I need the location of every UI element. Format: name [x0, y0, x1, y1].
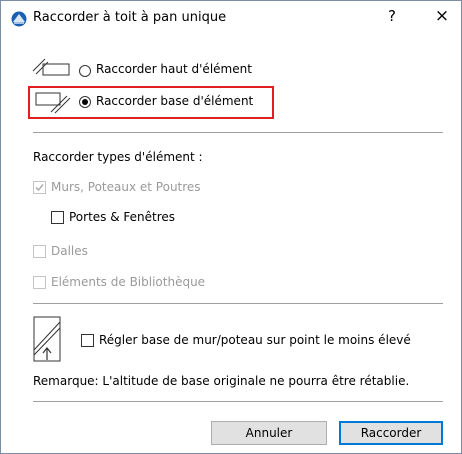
walls-checkbox[interactable]	[33, 181, 46, 194]
doors-windows-checkbox[interactable]	[51, 211, 64, 224]
trim-bottom-icon	[35, 92, 71, 114]
app-icon	[11, 11, 27, 27]
separator	[33, 401, 443, 402]
separator	[33, 303, 443, 304]
doors-windows-label[interactable]: Portes & Fenêtres	[69, 210, 175, 224]
trim-button[interactable]: Raccorder	[339, 421, 443, 445]
check-icon	[35, 184, 44, 192]
title-bar: Raccorder à toit à pan unique ? ×	[1, 1, 461, 35]
walls-label: Murs, Poteaux et Poutres	[51, 180, 201, 194]
library-label: Eléments de Bibliothèque	[51, 275, 206, 289]
remark-text: Remarque: L'altitude de base originale n…	[33, 374, 410, 388]
types-heading: Raccorder types d'élément :	[33, 150, 203, 164]
cancel-button[interactable]: Annuler	[211, 421, 327, 445]
adjust-base-label[interactable]: Régler base de mur/poteau sur point le m…	[99, 333, 411, 347]
library-checkbox[interactable]	[33, 276, 46, 289]
dialog-window: Raccorder à toit à pan unique ? × Raccor…	[0, 0, 462, 454]
slabs-label: Dalles	[51, 244, 88, 258]
trim-bottom-label[interactable]: Raccorder base d'élément	[96, 94, 253, 108]
trim-top-radio[interactable]	[79, 65, 91, 77]
slabs-checkbox[interactable]	[33, 245, 46, 258]
wall-base-adjust-icon	[33, 316, 61, 362]
trim-top-icon	[32, 58, 70, 76]
close-button[interactable]: ×	[431, 6, 453, 26]
separator	[33, 132, 443, 133]
trim-bottom-radio[interactable]	[79, 96, 91, 108]
adjust-base-checkbox[interactable]	[81, 334, 94, 347]
window-title: Raccorder à toit à pan unique	[33, 10, 227, 25]
help-button[interactable]: ?	[381, 7, 403, 25]
trim-top-label[interactable]: Raccorder haut d'élément	[96, 62, 252, 76]
